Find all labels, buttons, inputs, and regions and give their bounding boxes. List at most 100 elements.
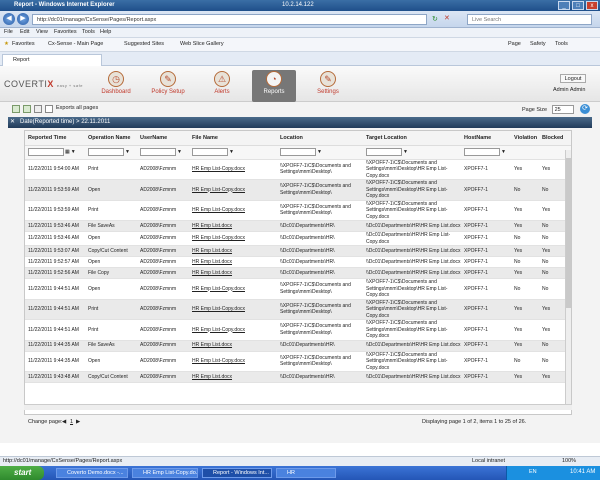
menu-file[interactable]: File: [4, 29, 13, 35]
cell-file[interactable]: HR Emp List-Copy.docx: [189, 200, 277, 221]
filter-icon[interactable]: ▼: [317, 149, 322, 156]
clear-filter-icon[interactable]: ✕: [10, 118, 15, 125]
task-hr-emp-list[interactable]: HR Emp List-Copy.do...: [132, 468, 198, 478]
column-header-violation[interactable]: Violation: [511, 131, 539, 146]
filter-input[interactable]: [88, 148, 124, 156]
forward-icon[interactable]: ▶: [17, 13, 29, 25]
cell-file[interactable]: HR Emp List.docx: [189, 371, 277, 383]
filter-input[interactable]: [280, 148, 316, 156]
menu-tools[interactable]: Tools: [82, 29, 95, 35]
table-row[interactable]: 11/22/2011 9:44:35 AM Open AD2008\Fzmnm HR …: [25, 351, 571, 372]
table-row[interactable]: 11/22/2011 9:44:51 AM Print AD2008\Fzmnm HR…: [25, 299, 571, 320]
pager-prev-icon[interactable]: ◀: [62, 419, 66, 425]
cell-file[interactable]: HR Emp List.docx: [189, 245, 277, 257]
task-hr-folder[interactable]: HR: [276, 468, 336, 478]
filter-input[interactable]: [140, 148, 176, 156]
menu-help[interactable]: Help: [100, 29, 111, 35]
start-button[interactable]: start: [0, 466, 44, 480]
favorite-item-webslice[interactable]: Web Slice Gallery: [180, 41, 224, 47]
task-report-ie[interactable]: Report - Windows Int...: [202, 468, 272, 478]
filter-icon[interactable]: ▼: [501, 149, 506, 156]
cell-file[interactable]: HR Emp List.docx: [189, 340, 277, 352]
cell-file[interactable]: HR Emp List-Copy.docx: [189, 351, 277, 372]
cell-file[interactable]: HR Emp List-Copy.docx: [189, 278, 277, 300]
menu-view[interactable]: View: [36, 29, 48, 35]
menu-favorites[interactable]: Favorites: [54, 29, 77, 35]
table-row[interactable]: 11/22/2011 9:44:35 AM File SaveAs AD2008\F…: [25, 340, 571, 352]
table-row[interactable]: 11/22/2011 9:52:56 AM File Copy AD2008\Fzm…: [25, 267, 571, 279]
table-row[interactable]: 11/22/2011 9:43:48 AM Copy/Cut Content AD2…: [25, 371, 571, 383]
cell-file[interactable]: HR Emp List-Copy.docx: [189, 231, 277, 246]
refresh-report-icon[interactable]: ⟳: [580, 104, 590, 114]
table-row[interactable]: 11/22/2011 9:53:46 AM Open AD2008\Fzmnm HR …: [25, 231, 571, 246]
logout-button[interactable]: Logout: [560, 74, 586, 83]
language-indicator[interactable]: EN: [529, 469, 537, 475]
close-button[interactable]: x: [586, 1, 598, 10]
filter-icon[interactable]: ▼: [71, 149, 76, 156]
nav-alerts[interactable]: ⚠ Alerts: [194, 70, 250, 102]
refresh-icon[interactable]: ↻: [432, 15, 438, 23]
nav-policy-setup[interactable]: ✎ Policy Setup: [140, 70, 196, 102]
filter-input[interactable]: [464, 148, 500, 156]
page-menu[interactable]: Page: [508, 41, 521, 47]
star-icon[interactable]: ★: [4, 41, 9, 47]
column-header-target-location[interactable]: Target Location: [363, 131, 461, 146]
pager-next-icon[interactable]: ▶: [76, 419, 80, 425]
url-input[interactable]: http://dc01/manage/CxSense/Pages/Report.…: [32, 14, 427, 25]
table-row[interactable]: 11/22/2011 9:53:07 AM Copy/Cut Content AD2…: [25, 245, 571, 257]
cell-file[interactable]: HR Emp List.docx: [189, 267, 277, 279]
page-size-select[interactable]: 25: [551, 105, 574, 114]
table-row[interactable]: 11/22/2011 9:44:51 AM Print AD2008\Fzmnm HR…: [25, 319, 571, 341]
cell-file[interactable]: HR Emp List-Copy.docx: [189, 159, 277, 180]
cell-file[interactable]: HR Emp List-Copy.docx: [189, 319, 277, 341]
filter-icon[interactable]: ▼: [229, 149, 234, 156]
filter-input[interactable]: [28, 148, 64, 156]
table-row[interactable]: 11/22/2011 9:53:46 AM File SaveAs AD2008\F…: [25, 220, 571, 232]
task-coverto-doc[interactable]: Coverto Demo.docx -...: [56, 468, 128, 478]
grid-vertical-scrollbar[interactable]: [565, 150, 571, 408]
export-all-checkbox[interactable]: [45, 105, 53, 113]
stop-icon[interactable]: ✕: [444, 14, 450, 22]
nav-dashboard[interactable]: ◷ Dashboard: [88, 70, 144, 102]
favorites-button[interactable]: Favorites: [12, 41, 35, 47]
filter-icon[interactable]: ▼: [125, 149, 130, 156]
filter-icon[interactable]: ▼: [177, 149, 182, 156]
table-row[interactable]: 11/22/2011 9:53:59 AM Print AD2008\Fzmnm HR…: [25, 200, 571, 221]
table-row[interactable]: 11/22/2011 9:53:59 AM Open AD2008\Fzmnm HR …: [25, 179, 571, 201]
minimize-button[interactable]: _: [558, 1, 570, 10]
table-row[interactable]: 11/22/2011 9:52:57 AM Open AD2008\Fzmnm HR …: [25, 256, 571, 268]
tab-report[interactable]: Report: [2, 54, 102, 66]
column-header-reported-time[interactable]: Reported Time: [25, 131, 85, 146]
maximize-button[interactable]: □: [572, 1, 584, 10]
filter-input[interactable]: [192, 148, 228, 156]
search-input[interactable]: Live Search: [467, 14, 592, 25]
tools-menu[interactable]: Tools: [555, 41, 568, 47]
table-row[interactable]: 11/22/2011 9:44:51 AM Open AD2008\Fzmnm HR …: [25, 278, 571, 300]
column-header-file-name[interactable]: File Name: [189, 131, 277, 146]
cell-file[interactable]: HR Emp List.docx: [189, 220, 277, 232]
safety-menu[interactable]: Safety: [530, 41, 546, 47]
calendar-icon[interactable]: ▦: [65, 149, 70, 156]
pager-page-link[interactable]: 1: [70, 419, 73, 425]
cell-file[interactable]: HR Emp List-Copy.docx: [189, 179, 277, 201]
column-header-username[interactable]: UserName: [137, 131, 189, 146]
column-header-operation[interactable]: Operation Name: [85, 131, 137, 146]
nav-reports[interactable]: ◔ Reports: [252, 70, 296, 102]
scroll-thumb[interactable]: [566, 158, 571, 308]
grid-horizontal-scrollbar[interactable]: [24, 404, 572, 410]
cell-file[interactable]: HR Emp List-Copy.docx: [189, 299, 277, 320]
export-excel-icon[interactable]: [12, 105, 20, 113]
filter-icon[interactable]: ▼: [403, 149, 408, 156]
nav-settings[interactable]: ✎ Settings: [300, 70, 356, 102]
cell-file[interactable]: HR Emp List.docx: [189, 256, 277, 268]
filter-input[interactable]: [366, 148, 402, 156]
back-icon[interactable]: ◀: [3, 13, 15, 25]
favorite-item-suggested[interactable]: Suggested Sites: [124, 41, 164, 47]
favorite-item-main[interactable]: Cx-Sense - Main Page: [48, 41, 103, 47]
zoom-level[interactable]: 100%: [562, 458, 576, 464]
column-header-hostname[interactable]: HostName: [461, 131, 511, 146]
column-header-location[interactable]: Location: [277, 131, 363, 146]
column-header-blocked[interactable]: Blocked: [539, 131, 571, 146]
menu-edit[interactable]: Edit: [20, 29, 29, 35]
export-word-icon[interactable]: [23, 105, 31, 113]
